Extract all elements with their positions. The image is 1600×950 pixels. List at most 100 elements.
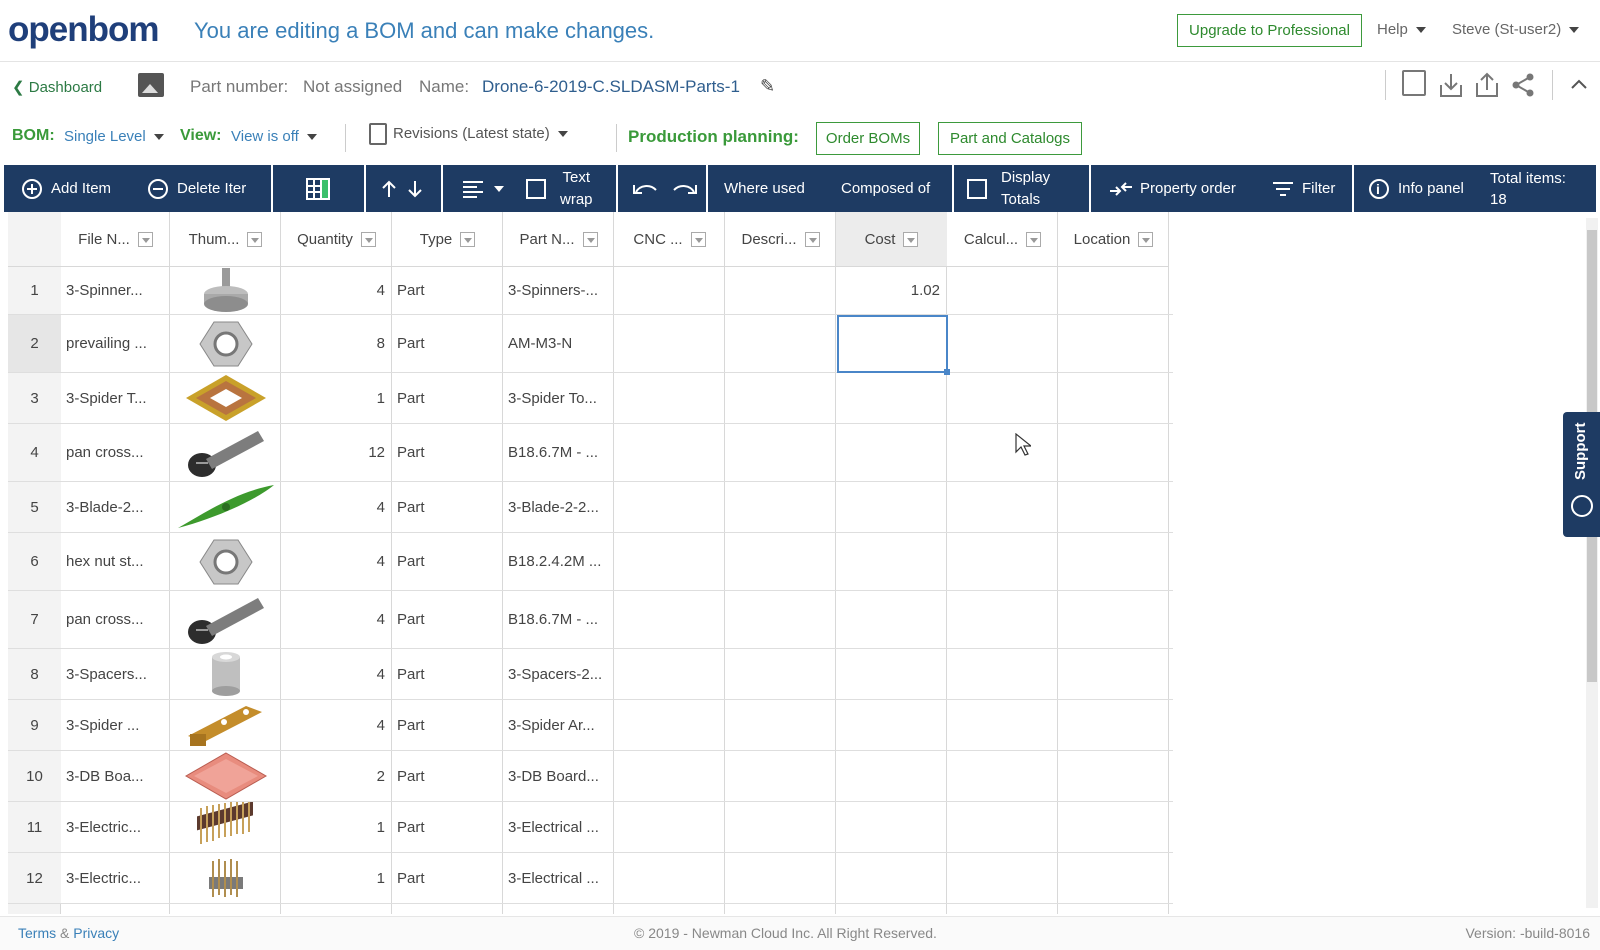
thumbnail-cell[interactable]	[170, 802, 281, 852]
type-cell[interactable]: Part	[392, 700, 503, 750]
display-totals-toggle[interactable]: Display Totals	[967, 165, 1050, 212]
table-row[interactable]: 9 3-Spider ... 4 Part 3-Spider Ar...	[8, 700, 1173, 751]
terms-link[interactable]: Terms	[18, 925, 56, 941]
file-name-cell[interactable]: 3-Spinner...	[61, 267, 170, 314]
file-name-cell[interactable]: pan cross...	[61, 591, 170, 648]
cnc-cell[interactable]	[614, 751, 725, 801]
table-row[interactable]: 11 3-Electric... 1 Part 3-Electrical ...	[8, 802, 1173, 853]
table-row[interactable]: 10 3-DB Boa... 2 Part 3-DB Board...	[8, 751, 1173, 802]
type-cell[interactable]: Part	[392, 802, 503, 852]
table-row[interactable]: 4 pan cross... 12 Part B18.6.7M - ...	[8, 424, 1173, 482]
move-up-button[interactable]	[380, 165, 398, 212]
description-cell[interactable]	[725, 315, 836, 372]
description-cell[interactable]	[725, 700, 836, 750]
share-icon[interactable]	[1510, 72, 1536, 98]
align-button[interactable]	[462, 165, 504, 212]
part-number-cell[interactable]: 3-Spider Ar...	[503, 700, 614, 750]
column-filter-icon[interactable]	[137, 231, 153, 247]
column-header-location[interactable]: Location	[1058, 212, 1169, 267]
location-cell[interactable]	[1058, 802, 1169, 852]
part-number-cell[interactable]: B18.6.7M - ...	[503, 591, 614, 648]
export-icon[interactable]	[1474, 71, 1500, 99]
location-cell[interactable]	[1058, 315, 1169, 372]
part-number-cell[interactable]: 3-DB Board...	[503, 751, 614, 801]
cnc-cell[interactable]	[614, 315, 725, 372]
add-item-button[interactable]: Add Item	[22, 165, 111, 212]
cnc-cell[interactable]	[614, 853, 725, 903]
column-filter-icon[interactable]	[582, 231, 598, 247]
file-name-cell[interactable]: 3-Spider ...	[61, 700, 170, 750]
quantity-cell[interactable]: 4	[281, 649, 392, 699]
description-cell[interactable]	[725, 482, 836, 532]
description-cell[interactable]	[725, 751, 836, 801]
type-cell[interactable]: Part	[392, 373, 503, 423]
quantity-cell[interactable]: 1	[281, 853, 392, 903]
type-cell[interactable]: Part	[392, 751, 503, 801]
calculated-cell[interactable]	[947, 533, 1058, 590]
cnc-cell[interactable]	[614, 373, 725, 423]
column-header-thumbnail[interactable]: Thum...	[170, 212, 281, 267]
cnc-cell[interactable]	[614, 424, 725, 481]
column-filter-icon[interactable]	[903, 231, 919, 247]
chevron-up-icon[interactable]	[1570, 78, 1588, 90]
location-cell[interactable]	[1058, 751, 1169, 801]
location-cell[interactable]	[1058, 373, 1169, 423]
cnc-cell[interactable]	[614, 649, 725, 699]
bom-type-select[interactable]: Single Level	[64, 128, 164, 145]
column-header-cnc[interactable]: CNC ...	[614, 212, 725, 267]
type-cell[interactable]: Part	[392, 649, 503, 699]
thumbnail-cell[interactable]	[170, 267, 281, 314]
calculated-cell[interactable]	[947, 373, 1058, 423]
column-header-cost[interactable]: Cost	[836, 212, 947, 267]
column-header-type[interactable]: Type	[392, 212, 503, 267]
description-cell[interactable]	[725, 424, 836, 481]
column-filter-icon[interactable]	[690, 231, 706, 247]
file-name-cell[interactable]: 3-Spider T...	[61, 373, 170, 423]
table-row[interactable]: 2 prevailing ... 8 Part AM-M3-N	[8, 315, 1173, 373]
cost-cell[interactable]	[836, 482, 947, 532]
revisions-select[interactable]: Revisions (Latest state)	[369, 123, 568, 145]
dashboard-link[interactable]: ❮ Dashboard	[12, 78, 102, 96]
column-header-calculated[interactable]: Calcul...	[947, 212, 1058, 267]
calculated-cell[interactable]	[947, 751, 1058, 801]
table-row[interactable]: 7 pan cross... 4 Part B18.6.7M - ...	[8, 591, 1173, 649]
help-menu[interactable]: Help	[1377, 21, 1426, 38]
part-and-catalogs-button[interactable]: Part and Catalogs	[938, 122, 1082, 155]
column-header-file-name[interactable]: File N...	[61, 212, 170, 267]
thumbnail-cell[interactable]	[170, 649, 281, 699]
type-cell[interactable]: Part	[392, 267, 503, 314]
type-cell[interactable]: Part	[392, 315, 503, 372]
location-cell[interactable]	[1058, 853, 1169, 903]
quantity-cell[interactable]: 1	[281, 802, 392, 852]
view-select[interactable]: View is off	[231, 128, 317, 145]
file-name-cell[interactable]: 3-Electric...	[61, 802, 170, 852]
openbom-logo[interactable]: openbom	[8, 10, 159, 50]
calculated-cell[interactable]	[947, 424, 1058, 481]
column-filter-icon[interactable]	[247, 231, 263, 247]
thumbnail-cell[interactable]	[170, 591, 281, 648]
cost-cell[interactable]	[836, 373, 947, 423]
text-wrap-toggle[interactable]: Text wrap	[526, 165, 593, 212]
cnc-cell[interactable]	[614, 267, 725, 314]
table-row[interactable]: 6 hex nut st... 4 Part B18.2.4.2M ...	[8, 533, 1173, 591]
vertical-scrollbar[interactable]	[1586, 218, 1598, 908]
document-icon[interactable]	[1402, 70, 1426, 96]
quantity-cell[interactable]: 4	[281, 700, 392, 750]
quantity-cell[interactable]: 1	[281, 373, 392, 423]
calculated-cell[interactable]	[947, 315, 1058, 372]
type-cell[interactable]: Part	[392, 853, 503, 903]
location-cell[interactable]	[1058, 267, 1169, 314]
cost-cell[interactable]	[836, 591, 947, 648]
download-icon[interactable]	[1438, 71, 1464, 99]
column-filter-icon[interactable]	[1026, 231, 1042, 247]
thumbnail-cell[interactable]	[170, 315, 281, 372]
privacy-link[interactable]: Privacy	[73, 925, 119, 941]
column-filter-icon[interactable]	[360, 231, 376, 247]
description-cell[interactable]	[725, 533, 836, 590]
info-panel-button[interactable]: Info panel	[1369, 165, 1464, 212]
description-cell[interactable]	[725, 853, 836, 903]
move-down-button[interactable]	[406, 165, 424, 212]
thumbnail-cell[interactable]	[170, 482, 281, 532]
description-cell[interactable]	[725, 267, 836, 314]
calculated-cell[interactable]	[947, 267, 1058, 314]
